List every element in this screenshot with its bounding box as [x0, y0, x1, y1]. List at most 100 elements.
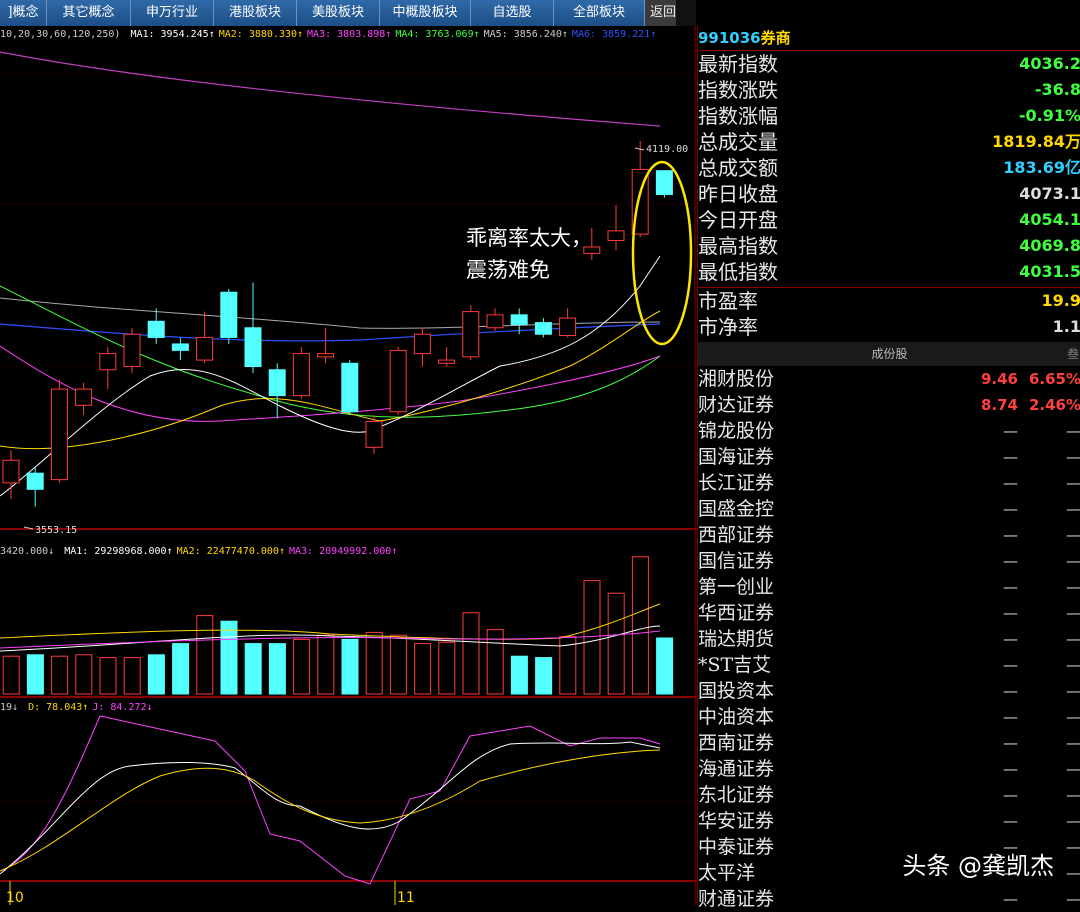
- chart-area[interactable]: 10,20,30,60,120,250) MA1: 3954.245↑ MA2: …: [0, 26, 696, 905]
- tab-industry-concept[interactable]: ]概念: [0, 0, 47, 26]
- constituent-price: —: [1003, 474, 1018, 492]
- valuation-row: 市净率 1.1: [698, 314, 1080, 340]
- constituent-row[interactable]: 华西证券 — —: [698, 600, 1080, 626]
- quote-label: 指数涨跌: [698, 78, 778, 102]
- candlestick-series: [2, 141, 673, 507]
- candle-body: [292, 353, 310, 397]
- indicator-value: D: 78.043↑: [28, 702, 88, 713]
- constituent-row[interactable]: 国投资本 — —: [698, 678, 1080, 704]
- indicator-value: MA3: 3803.898↑: [307, 29, 391, 40]
- candle-body: [2, 459, 20, 484]
- candle-body: [196, 336, 214, 361]
- quote-row: 今日开盘 4054.1: [698, 207, 1080, 233]
- constituent-name: 财达证券: [698, 394, 775, 416]
- quote-value: 1.1: [1052, 317, 1080, 336]
- constituent-price: —: [1003, 760, 1018, 778]
- watermark: 头条 @龚凯杰: [902, 852, 1054, 880]
- annotation-text: 乖离率太大， 震荡难免: [466, 222, 592, 286]
- indicator-prefix: 19↓: [0, 702, 24, 713]
- constituent-change: —: [1066, 474, 1080, 492]
- constituent-change: —: [1066, 708, 1080, 726]
- constituent-change: —: [1066, 812, 1080, 830]
- volume-bar: [631, 556, 649, 695]
- month-label-oct: 10: [6, 890, 24, 905]
- ma-indicator-line: 10,20,30,60,120,250) MA1: 3954.245↑ MA2: …: [0, 29, 656, 40]
- constituent-change: —: [1066, 526, 1080, 544]
- indicator-value: MA6: 3859.221↑: [572, 29, 656, 40]
- constituents-header[interactable]: 成份股 叁: [698, 342, 1080, 366]
- constituent-name: 国海证券: [698, 446, 775, 468]
- candle-body: [389, 349, 407, 413]
- volume-bar: [123, 657, 141, 695]
- constituent-row[interactable]: 国海证券 — —: [698, 444, 1080, 470]
- constituent-row[interactable]: 财达证券 8.74 2.46%: [698, 392, 1080, 418]
- volume-bar: [172, 643, 190, 695]
- constituent-row[interactable]: 国盛金控 — —: [698, 496, 1080, 522]
- tab-watchlist[interactable]: 自选股: [471, 0, 554, 26]
- quote-row: 最低指数 4031.5: [698, 259, 1080, 285]
- constituent-price: —: [1003, 578, 1018, 596]
- ma-250-line: [0, 51, 661, 127]
- constituent-price: 9.46: [980, 370, 1018, 388]
- constituent-row[interactable]: 瑞达期货 — —: [698, 626, 1080, 652]
- constituent-row[interactable]: 中油资本 — —: [698, 704, 1080, 730]
- quote-label: 总成交额: [698, 156, 778, 180]
- constituent-row[interactable]: 海通证券 — —: [698, 756, 1080, 782]
- constituent-row[interactable]: 国信证券 — —: [698, 548, 1080, 574]
- constituent-price: —: [1003, 786, 1018, 804]
- volume-bar: [2, 655, 20, 695]
- volume-bar: [99, 657, 117, 695]
- volume-ma-line: [0, 603, 661, 640]
- quote-row: 昨日收盘 4073.1: [698, 181, 1080, 207]
- constituent-price: —: [1003, 734, 1018, 752]
- volume-bar: [607, 592, 625, 695]
- constituent-row[interactable]: 长江证券 — —: [698, 470, 1080, 496]
- constituent-name: 华安证券: [698, 810, 775, 832]
- constituent-change: —: [1066, 448, 1080, 466]
- candle-body: [607, 230, 625, 242]
- volume-bar: [51, 655, 69, 695]
- quote-row: 指数涨跌 -36.8: [698, 77, 1080, 103]
- tab-all-sectors[interactable]: 全部板块: [554, 0, 645, 26]
- constituent-price: —: [1003, 604, 1018, 622]
- valuation-row: 市盈率 19.9: [698, 288, 1080, 314]
- tab-china-concept[interactable]: 中概股板块: [380, 0, 471, 26]
- volume-bar: [268, 643, 286, 695]
- volume-bar: [196, 615, 214, 695]
- constituent-row[interactable]: 西部证券 — —: [698, 522, 1080, 548]
- constituent-row[interactable]: *ST吉艾 — —: [698, 652, 1080, 678]
- constituent-row[interactable]: 西南证券 — —: [698, 730, 1080, 756]
- constituent-change: —: [1066, 500, 1080, 518]
- high-price-label: 4119.00: [646, 144, 688, 155]
- constituent-row[interactable]: 东北证券 — —: [698, 782, 1080, 808]
- constituent-change: 6.65%: [1028, 370, 1080, 388]
- constituent-price: —: [1003, 448, 1018, 466]
- tab-us-stocks[interactable]: 美股板块: [297, 0, 380, 26]
- kline-chart[interactable]: 10,20,30,60,120,250) MA1: 3954.245↑ MA2: …: [0, 26, 696, 905]
- tab-sw-industry[interactable]: 申万行业: [131, 0, 214, 26]
- volume-bar: [244, 643, 262, 695]
- quote-row: 指数涨幅 -0.91%: [698, 103, 1080, 129]
- candle-body: [99, 353, 117, 371]
- constituent-row[interactable]: 财通证券 — —: [698, 886, 1080, 912]
- indicator-value: MA2: 3880.330↑: [219, 29, 303, 40]
- constituent-row[interactable]: 湘财股份 9.46 6.65%: [698, 366, 1080, 392]
- constituent-row[interactable]: 锦龙股份 — —: [698, 418, 1080, 444]
- index-header: 991036券商: [698, 26, 1080, 50]
- constituent-name: *ST吉艾: [698, 654, 772, 676]
- month-label-nov: 11: [397, 890, 415, 905]
- quote-value: 183.69亿: [1003, 158, 1080, 177]
- constituent-price: —: [1003, 890, 1018, 908]
- candle-body: [26, 472, 44, 490]
- volume-bar: [510, 655, 528, 695]
- quote-value: 4031.5: [1019, 262, 1080, 281]
- indicator-value: J: 84.272↓: [92, 702, 152, 713]
- tab-other-concept[interactable]: 其它概念: [47, 0, 131, 26]
- constituent-row[interactable]: 第一创业 — —: [698, 574, 1080, 600]
- tab-hk-stocks[interactable]: 港股板块: [214, 0, 297, 26]
- quote-value: -0.91%: [1018, 106, 1080, 125]
- constituent-name: 财通证券: [698, 888, 775, 910]
- quote-label: 市净率: [698, 315, 758, 339]
- constituent-row[interactable]: 华安证券 — —: [698, 808, 1080, 834]
- quote-value: 4054.1: [1019, 210, 1080, 229]
